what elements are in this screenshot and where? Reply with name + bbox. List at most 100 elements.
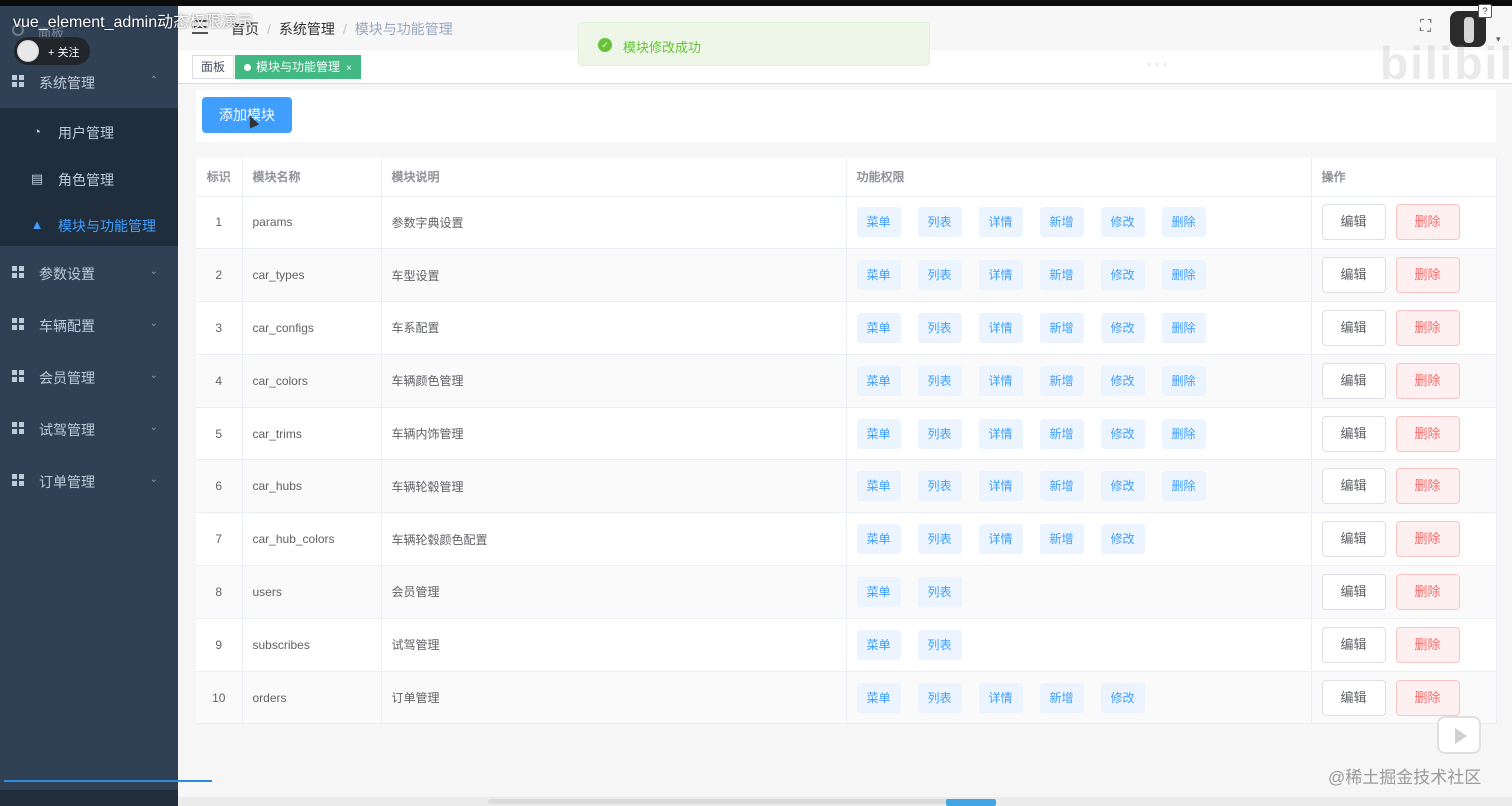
- sidebar-group-label: 车辆配置: [39, 318, 95, 334]
- check-circle-icon: ✓: [598, 38, 612, 52]
- table-row: 8 users 会员管理 菜单 列表 编辑 删除: [196, 565, 1497, 619]
- delete-button[interactable]: 删除: [1395, 521, 1460, 558]
- delete-button[interactable]: 删除: [1395, 362, 1460, 399]
- permission-tag: 新增: [1039, 312, 1084, 343]
- sidebar-group-orders[interactable]: 订单管理 ⌄: [0, 455, 178, 507]
- close-icon[interactable]: ×: [346, 63, 352, 74]
- edit-button[interactable]: 编辑: [1321, 415, 1386, 452]
- bilibili-watermark: bilibili: [1380, 37, 1512, 89]
- permission-tag: 删除: [1161, 312, 1206, 343]
- seek-thumb[interactable]: [946, 799, 996, 806]
- sidebar-group-label: 试驾管理: [39, 422, 95, 438]
- edit-button[interactable]: 编辑: [1321, 521, 1386, 558]
- cell-id: 6: [196, 459, 243, 514]
- cell-actions: 编辑 删除: [1311, 301, 1497, 355]
- table-row: 10 orders 订单管理 菜单 列表 详情 新增 修改 编辑 删除: [196, 671, 1497, 725]
- permission-tag: 删除: [1161, 471, 1206, 502]
- cell-module-name: car_hubs: [242, 459, 382, 514]
- permission-tag: 菜单: [856, 260, 901, 291]
- cell-id: 7: [196, 512, 243, 567]
- column-header-actions: 操作: [1311, 158, 1497, 197]
- toast-message: 模块修改成功: [623, 40, 702, 55]
- permission-tag: 列表: [917, 524, 962, 555]
- permission-tag: 修改: [1100, 418, 1145, 449]
- cell-module-name: orders: [242, 671, 382, 725]
- tag-modules[interactable]: 模块与功能管理 ×: [235, 55, 361, 79]
- tag-label: 模块与功能管理: [256, 60, 341, 74]
- tag-dashboard[interactable]: 面板: [192, 55, 235, 79]
- sidebar-item-roles[interactable]: ▤ 角色管理: [0, 155, 178, 201]
- cell-actions: 编辑 删除: [1311, 248, 1497, 303]
- column-header-desc: 模块说明: [381, 158, 847, 197]
- permission-tag: 修改: [1100, 207, 1145, 238]
- delete-button[interactable]: 删除: [1395, 468, 1460, 505]
- document-icon: ▤: [30, 171, 44, 186]
- permission-tag: 修改: [1100, 365, 1145, 396]
- permission-tag: 菜单: [856, 365, 901, 396]
- permission-tag: 新增: [1039, 207, 1084, 238]
- active-dot-icon: [244, 64, 251, 71]
- cell-module-name: car_trims: [242, 407, 382, 461]
- play-icon[interactable]: [1437, 716, 1481, 754]
- edit-button[interactable]: 编辑: [1321, 309, 1386, 346]
- delete-button[interactable]: 删除: [1395, 573, 1460, 610]
- permission-tag: 菜单: [856, 629, 901, 660]
- follow-button[interactable]: + 关注: [14, 37, 90, 65]
- delete-button[interactable]: 删除: [1395, 257, 1460, 294]
- permission-tag: 修改: [1100, 471, 1145, 502]
- cell-module-desc: 车辆内饰管理: [381, 407, 847, 461]
- breadcrumb-system[interactable]: 系统管理: [279, 21, 335, 37]
- video-top-strip: [0, 0, 1512, 6]
- add-module-button[interactable]: 添加模块: [202, 97, 292, 133]
- table-row: 2 car_types 车型设置 菜单 列表 详情 新增 修改 删除 编辑 删除: [196, 248, 1497, 303]
- permission-tag: 列表: [917, 260, 962, 291]
- cell-permissions: 菜单 列表 详情 新增 修改 删除: [846, 196, 1312, 250]
- permission-tag: 列表: [917, 629, 962, 660]
- video-title: vue_element_admin动态权限演示: [13, 14, 254, 31]
- seek-track[interactable]: [488, 799, 958, 804]
- cell-module-desc: 会员管理: [381, 565, 847, 619]
- fullscreen-icon[interactable]: ⛶: [1420, 18, 1438, 36]
- edit-button[interactable]: 编辑: [1321, 362, 1386, 399]
- edit-button[interactable]: 编辑: [1321, 468, 1386, 505]
- cell-id: 10: [196, 671, 243, 725]
- delete-button[interactable]: 删除: [1395, 415, 1460, 452]
- permission-tag: 新增: [1039, 260, 1084, 291]
- sidebar-group-params[interactable]: 参数设置 ⌄: [0, 247, 178, 299]
- permission-tag: 新增: [1039, 471, 1084, 502]
- cell-permissions: 菜单 列表 详情 新增 修改: [846, 671, 1312, 725]
- sidebar-item-modules[interactable]: ▲ 模块与功能管理: [0, 201, 178, 247]
- permission-tag: 菜单: [856, 576, 901, 607]
- edit-button[interactable]: 编辑: [1321, 679, 1386, 716]
- tag-label: 面板: [201, 60, 226, 74]
- edit-button[interactable]: 编辑: [1321, 573, 1386, 610]
- edit-button[interactable]: 编辑: [1321, 257, 1386, 294]
- delete-button[interactable]: 删除: [1395, 204, 1460, 241]
- sidebar-item-users[interactable]: ◔ 用户管理: [0, 108, 178, 154]
- chevron-down-icon: ⌄: [149, 318, 158, 329]
- help-icon[interactable]: ?: [1478, 4, 1492, 18]
- sidebar-group-vehicle[interactable]: 车辆配置 ⌄: [0, 299, 178, 351]
- column-header-id: 标识: [196, 158, 243, 197]
- table-row: 5 car_trims 车辆内饰管理 菜单 列表 详情 新增 修改 删除 编辑 删除: [196, 407, 1497, 461]
- edit-button[interactable]: 编辑: [1321, 204, 1386, 241]
- delete-button[interactable]: 删除: [1395, 309, 1460, 346]
- permission-tag: 删除: [1161, 260, 1206, 291]
- sidebar-item-label: 角色管理: [58, 172, 114, 188]
- cell-permissions: 菜单 列表 详情 新增 修改: [846, 512, 1312, 567]
- permission-tag: 列表: [917, 418, 962, 449]
- delete-button[interactable]: 删除: [1395, 626, 1460, 663]
- cell-module-desc: 车辆轮毂颜色配置: [381, 512, 847, 567]
- sidebar-group-label: 订单管理: [39, 474, 95, 490]
- cell-module-name: params: [242, 196, 382, 250]
- permission-tag: 新增: [1039, 365, 1084, 396]
- video-controls-bar: [178, 797, 1512, 806]
- sidebar-group-members[interactable]: 会员管理 ⌄: [0, 351, 178, 403]
- video-progress-bar[interactable]: [4, 780, 212, 782]
- delete-button[interactable]: 删除: [1395, 679, 1460, 716]
- sidebar-group-testdrive[interactable]: 试驾管理 ⌄: [0, 403, 178, 455]
- table-row: 1 params 参数字典设置 菜单 列表 详情 新增 修改 删除 编辑 删除: [196, 196, 1497, 250]
- permission-tag: 详情: [978, 682, 1023, 713]
- edit-button[interactable]: 编辑: [1321, 626, 1386, 663]
- submenu-system: ◔ 用户管理 ▤ 角色管理 ▲ 模块与功能管理: [0, 108, 178, 246]
